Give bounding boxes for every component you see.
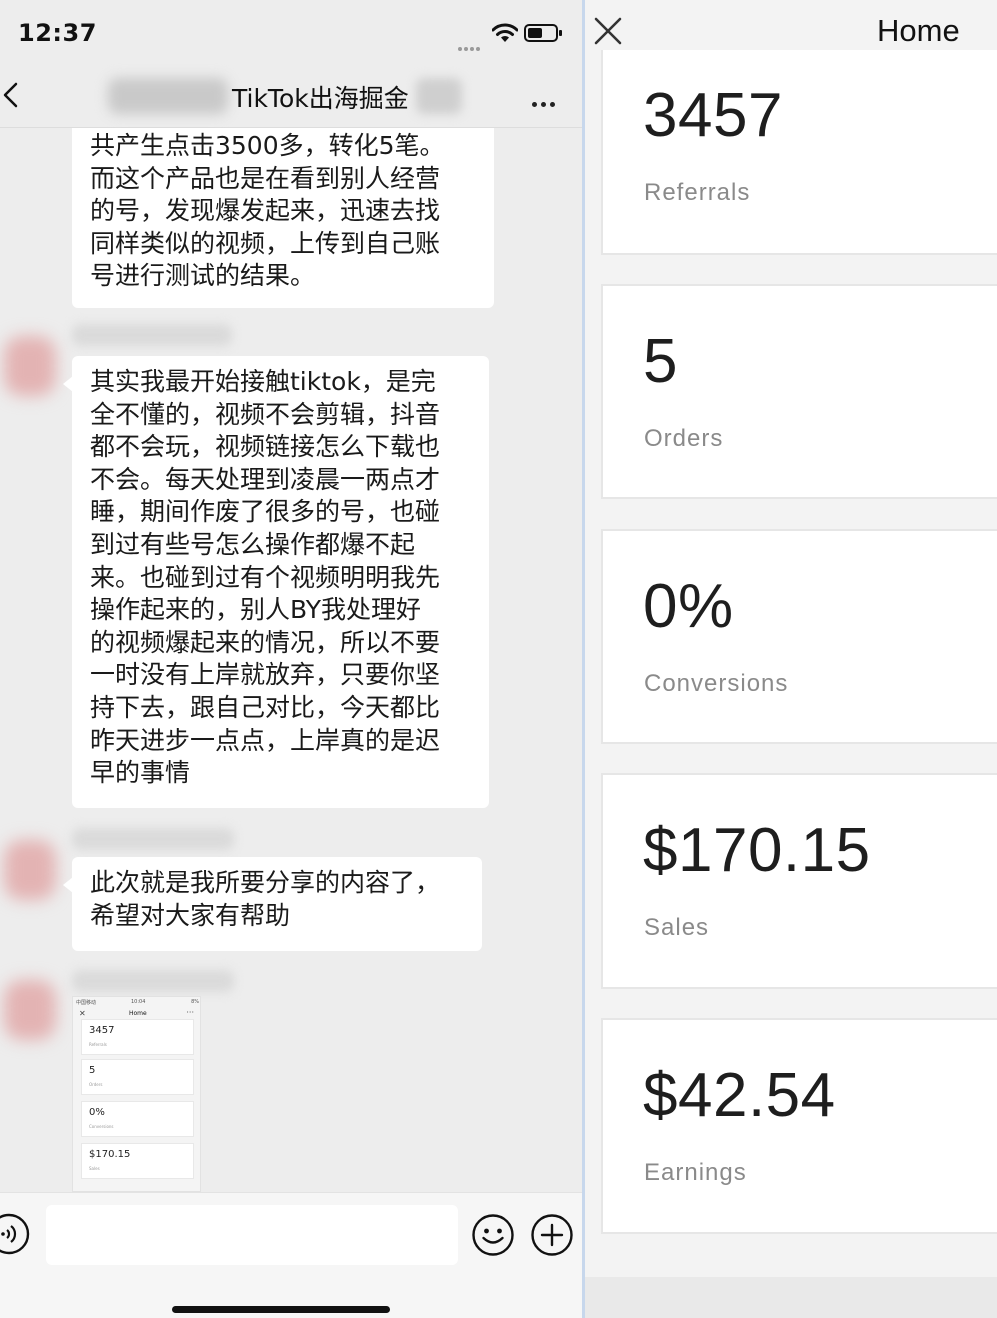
redacted-name bbox=[108, 78, 228, 114]
message-text: 共产生点击3500多，转化5笔。 而这个产品也是在看到别人经营 的号，发现爆发起… bbox=[90, 131, 445, 291]
message-input[interactable] bbox=[46, 1205, 458, 1265]
more-options-icon: ··· bbox=[186, 1008, 194, 1017]
stat-value: 3457 bbox=[643, 81, 783, 150]
chat-panel: 12:37 TikTok出海掘金 共产生点击3500多，转化5笔。 而这个产品也… bbox=[0, 0, 582, 1318]
chat-title: TikTok出海掘金 bbox=[232, 84, 409, 113]
avatar[interactable] bbox=[4, 840, 56, 900]
add-icon[interactable] bbox=[530, 1213, 574, 1257]
bottom-bar bbox=[585, 1277, 997, 1318]
message-bubble[interactable]: 共产生点击3500多，转化5笔。 而这个产品也是在看到别人经营 的号，发现爆发起… bbox=[72, 128, 494, 308]
sender-name bbox=[72, 828, 234, 850]
stat-label: Earnings bbox=[644, 1159, 747, 1186]
sender-name bbox=[72, 970, 234, 992]
stat-card-conversions: 0% Conversions bbox=[601, 529, 997, 744]
thumbnail-title: Home bbox=[129, 1010, 147, 1017]
emoji-icon[interactable] bbox=[471, 1213, 515, 1257]
wifi-icon bbox=[492, 23, 518, 42]
stat-value: 0% bbox=[643, 572, 734, 641]
stat-value: $42.54 bbox=[643, 1061, 836, 1130]
thumbnail-stat-card: 0% Conversions bbox=[81, 1101, 194, 1137]
stat-card-sales: $170.15 Sales bbox=[601, 773, 997, 989]
stat-value: 5 bbox=[643, 327, 678, 396]
stat-label: Conversions bbox=[644, 670, 789, 697]
voice-icon[interactable] bbox=[0, 1213, 30, 1255]
home-indicator bbox=[172, 1306, 390, 1313]
thumbnail-stat-card: $170.15 Sales bbox=[81, 1143, 194, 1179]
stat-label: Orders bbox=[644, 425, 724, 452]
close-icon[interactable] bbox=[593, 16, 623, 46]
redacted-name bbox=[416, 78, 462, 114]
sender-name bbox=[72, 324, 232, 346]
stat-value: $170.15 bbox=[643, 816, 871, 885]
signal-icon bbox=[458, 36, 486, 51]
image-message-thumbnail[interactable]: 中国移动 10:04 8% ✕ Home ··· 3457 Referrals … bbox=[72, 996, 201, 1192]
stat-card-earnings: $42.54 Earnings bbox=[601, 1018, 997, 1234]
thumbnail-stat-card: 5 Orders bbox=[81, 1059, 194, 1095]
avatar[interactable] bbox=[4, 980, 56, 1040]
stat-card-referrals: 3457 Referrals bbox=[601, 50, 997, 255]
message-bubble[interactable]: 其实我最开始接触tiktok，是完 全不懂的，视频不会剪辑，抖音 都不会玩，视频… bbox=[63, 356, 489, 808]
close-icon: ✕ bbox=[79, 1009, 86, 1018]
more-options-icon[interactable] bbox=[532, 92, 562, 107]
stat-card-orders: 5 Orders bbox=[601, 284, 997, 499]
message-text: 其实我最开始接触tiktok，是完 全不懂的，视频不会剪辑，抖音 都不会玩，视频… bbox=[90, 367, 441, 788]
thumbnail-status-bar: 中国移动 10:04 8% bbox=[76, 999, 199, 1006]
chat-header: TikTok出海掘金 bbox=[0, 66, 582, 128]
stat-label: Sales bbox=[644, 914, 710, 941]
dashboard-panel: Home 3457 Referrals 5 Orders 0% Conversi… bbox=[585, 0, 997, 1318]
back-icon[interactable] bbox=[2, 80, 22, 110]
message-text: 此次就是我所要分享的内容了， 希望对大家有帮助 bbox=[90, 868, 441, 930]
chat-input-bar bbox=[0, 1192, 582, 1318]
thumbnail-stat-card: 3457 Referrals bbox=[81, 1019, 194, 1055]
status-bar: 12:37 bbox=[0, 0, 582, 66]
status-time: 12:37 bbox=[18, 19, 97, 47]
battery-icon bbox=[524, 24, 562, 42]
stat-label: Referrals bbox=[644, 179, 751, 206]
avatar[interactable] bbox=[4, 336, 56, 396]
page-title: Home bbox=[877, 13, 960, 48]
message-bubble[interactable]: 此次就是我所要分享的内容了， 希望对大家有帮助 bbox=[63, 857, 482, 951]
